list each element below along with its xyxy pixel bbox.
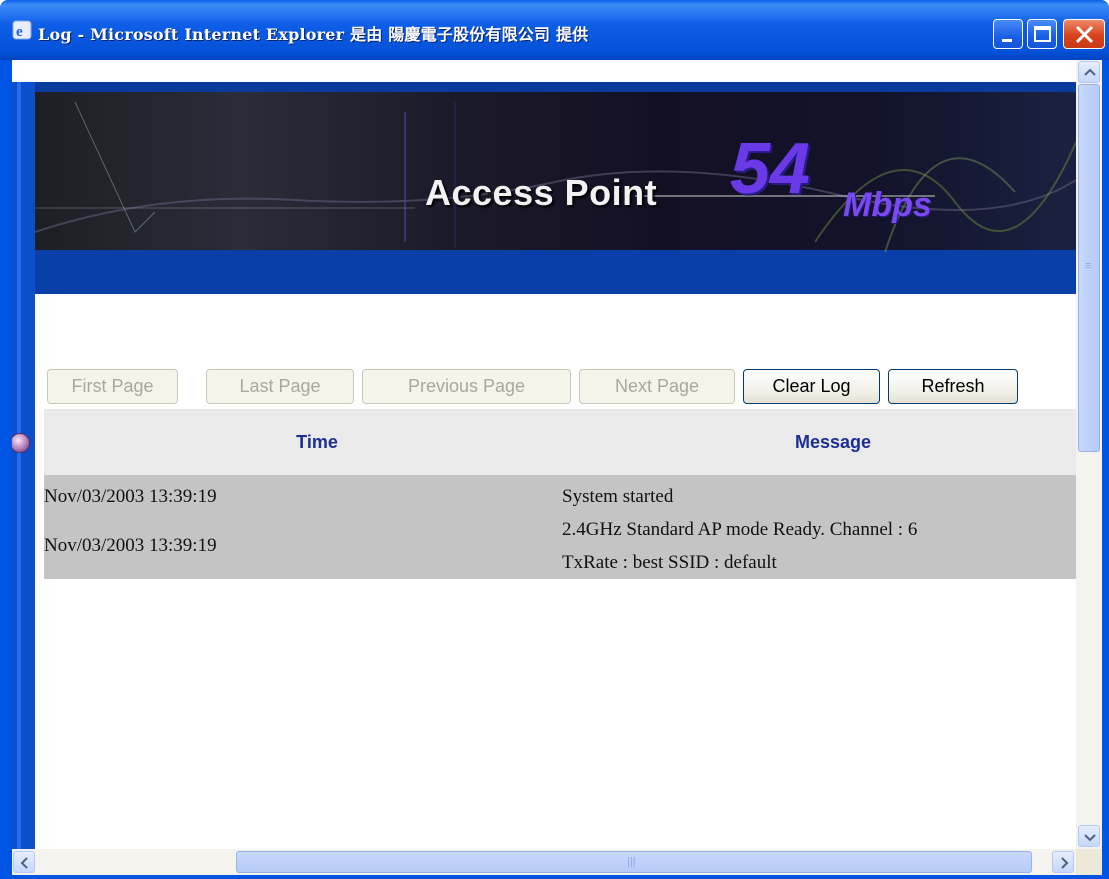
- horizontal-scroll-thumb[interactable]: |||: [236, 851, 1032, 873]
- refresh-button[interactable]: Refresh: [888, 369, 1018, 404]
- minimize-button[interactable]: [993, 19, 1023, 49]
- svg-text:e: e: [16, 24, 23, 40]
- chevron-down-icon: [1084, 834, 1096, 842]
- banner-speed: 54: [730, 129, 811, 209]
- table-row: Nov/03/2003 13:39:19 2.4GHz Standard AP …: [44, 513, 1076, 579]
- minimize-icon: [1002, 39, 1012, 42]
- scroll-left-button[interactable]: [13, 851, 35, 873]
- last-page-button[interactable]: Last Page: [206, 369, 354, 404]
- log-message-line: 2.4GHz Standard AP mode Ready. Channel :…: [562, 519, 918, 540]
- banner-speed-unit: Mbps: [843, 186, 932, 224]
- close-icon: [1075, 25, 1094, 44]
- close-button[interactable]: [1063, 19, 1105, 49]
- chevron-up-icon: [1084, 68, 1096, 76]
- log-table-header: Time Message: [44, 409, 1076, 475]
- column-header-message: Message: [794, 431, 872, 452]
- vertical-scrollbar[interactable]: ≡: [1076, 60, 1102, 849]
- page-content: Access Point 54 Mbps First Page Last Pag…: [12, 60, 1076, 849]
- table-row: Nov/03/2003 13:39:19 System started: [44, 481, 1076, 513]
- browser-window: e Log - Microsoft Internet Explorer 是由 陽…: [0, 0, 1109, 879]
- maximize-button[interactable]: [1027, 19, 1057, 49]
- log-message: System started: [562, 486, 674, 507]
- first-page-button[interactable]: First Page: [47, 369, 178, 404]
- log-time: Nov/03/2003 13:39:19: [44, 486, 217, 507]
- next-page-button[interactable]: Next Page: [579, 369, 735, 404]
- log-table-body: Nov/03/2003 13:39:19 System started Nov/…: [44, 475, 1076, 579]
- access-point-banner: Access Point 54 Mbps: [35, 82, 1076, 294]
- browser-client-area: Access Point 54 Mbps First Page Last Pag…: [12, 60, 1102, 875]
- log-table: Time Message Nov/03/2003 13:39:19 System…: [44, 409, 1076, 579]
- window-title: Log - Microsoft Internet Explorer 是由 陽慶電…: [38, 25, 589, 44]
- title-bar[interactable]: e Log - Microsoft Internet Explorer 是由 陽…: [0, 0, 1109, 60]
- grip-icon: ≡: [1085, 260, 1092, 272]
- scrollbar-corner: [1076, 849, 1102, 875]
- left-border-bar: [12, 82, 35, 849]
- internet-explorer-icon: e: [12, 20, 32, 40]
- log-message: 2.4GHz Standard AP mode Ready. Channel :…: [562, 513, 1076, 579]
- log-message-line: TxRate : best SSID : default: [562, 552, 777, 573]
- scroll-down-button[interactable]: [1078, 825, 1100, 847]
- vertical-scroll-thumb[interactable]: ≡: [1078, 84, 1100, 452]
- chevron-left-icon: [20, 857, 28, 869]
- column-header-time: Time: [296, 431, 338, 452]
- log-time: Nov/03/2003 13:39:19: [44, 535, 217, 556]
- chevron-right-icon: [1061, 857, 1069, 869]
- scroll-up-button[interactable]: [1078, 61, 1100, 83]
- banner-product-text: Access Point: [425, 172, 658, 213]
- horizontal-scrollbar[interactable]: |||: [12, 849, 1076, 875]
- grip-icon: |||: [627, 856, 636, 868]
- maximize-icon: [1034, 26, 1051, 42]
- previous-page-button[interactable]: Previous Page: [362, 369, 571, 404]
- scroll-right-button[interactable]: [1052, 851, 1074, 873]
- clear-log-button[interactable]: Clear Log: [743, 369, 880, 404]
